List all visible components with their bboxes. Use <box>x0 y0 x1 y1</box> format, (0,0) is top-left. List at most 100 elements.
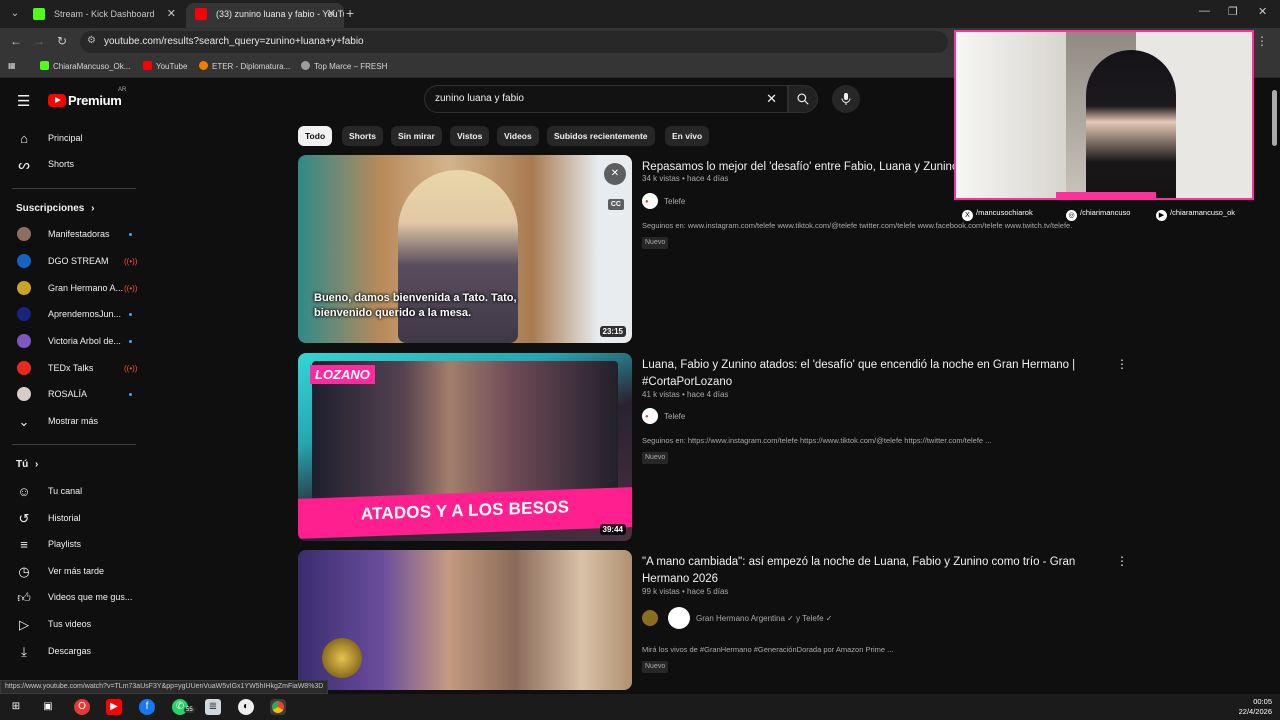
youtube-icon: ▶ <box>1156 210 1167 221</box>
tab-label: Stream - Kick Dashboard <box>54 9 155 19</box>
address-bar[interactable]: ⚙ youtube.com/results?search_query=zunin… <box>80 31 948 53</box>
sidebar-item-liked-videos[interactable]: 👍︎ Videos que me gus... <box>0 585 148 611</box>
sidebar-item-show-more[interactable]: ⌄ Mostrar más <box>0 409 148 435</box>
telefe-avatar: ● <box>642 408 658 424</box>
notepad-icon[interactable]: ≣ <box>205 699 221 715</box>
menu-icon[interactable]: ☰ <box>17 92 30 110</box>
sidebar-item-principal[interactable]: ⌂ Principal <box>0 126 148 152</box>
search-button[interactable] <box>788 85 818 113</box>
youtube-app-icon[interactable]: ▶ <box>106 699 122 715</box>
telefe-logo-icon: ● <box>645 199 649 205</box>
video-duration: 23:15 <box>599 326 626 337</box>
youtube-premium-logo[interactable]: Premium AR <box>48 87 126 108</box>
tab-youtube-search[interactable]: (33) zunino luana y fabio - YouTu... ✕ <box>186 3 344 28</box>
bookmark-item[interactable]: ChiaraMancuso_Ok... <box>40 61 130 71</box>
search-input[interactable]: zunino luana y fabio ✕ <box>424 85 788 113</box>
link-status-bar: https://www.youtube.com/watch?v=TLm73aUs… <box>0 680 329 694</box>
gran-hermano-avatar <box>642 610 658 626</box>
sidebar-item-ver-mas-tarde[interactable]: ◷ Ver más tarde <box>0 559 148 585</box>
chip-subidos-recientemente[interactable]: Subidos recientemente <box>547 126 655 146</box>
opera-icon[interactable]: O <box>74 699 90 715</box>
chip-en-vivo[interactable]: En vivo <box>665 126 710 146</box>
new-tab-icon[interactable]: + <box>346 5 354 21</box>
sidebar-item-subscription[interactable]: AprendemosJun... <box>0 302 148 328</box>
bookmark-item[interactable]: YouTube <box>143 61 187 71</box>
youtube-play-icon <box>48 94 66 108</box>
video-title[interactable]: "A mano cambiada": así empezó la noche d… <box>642 554 1112 588</box>
video-result[interactable]: "A mano cambiada": así empezó la noche d… <box>298 550 1138 690</box>
page-scrollbar[interactable] <box>1272 90 1277 146</box>
sidebar: ⌂ Principal ᔕ Shorts Suscripciones › Man… <box>0 122 148 680</box>
clear-search-icon[interactable]: ✕ <box>766 91 777 107</box>
new-badge: Nuevo <box>642 661 669 673</box>
new-content-dot <box>129 233 132 236</box>
browser-menu-icon[interactable]: ⋮ <box>1256 34 1268 48</box>
new-badge: Nuevo <box>642 237 669 249</box>
windows-taskbar: ⊞ ▣ O ▶ f ✆ 55 ≣ ◐ 00:05 22/4/2026 <box>0 694 1280 720</box>
sidebar-item-tu-canal[interactable]: ☺ Tu canal <box>0 479 148 505</box>
sidebar-item-subscription[interactable]: Gran Hermano A... ((•)) <box>0 276 148 302</box>
video-thumbnail[interactable] <box>298 550 632 690</box>
sidebar-item-subscription[interactable]: TEDx Talks ((•)) <box>0 356 148 382</box>
playlists-icon: ≡ <box>20 537 28 552</box>
video-description: Seguinos en: https://www.instagram.com/t… <box>642 436 992 445</box>
chip-todo[interactable]: Todo <box>298 126 333 146</box>
system-clock[interactable]: 00:05 22/4/2026 <box>1239 697 1272 717</box>
youtube-icon <box>143 61 152 70</box>
bookmark-item[interactable]: Top Marce – FRESH <box>301 61 387 71</box>
microphone-icon <box>841 93 851 105</box>
chip-sin-mirar[interactable]: Sin mirar <box>391 126 442 146</box>
frame-bottom-border <box>1056 192 1156 198</box>
video-meta: 34 k vistas • hace 4 días <box>642 174 729 183</box>
obs-icon[interactable]: ◐ <box>238 699 254 715</box>
minimize-icon[interactable]: — <box>1199 5 1210 17</box>
mute-icon[interactable]: ✕ <box>604 163 626 185</box>
windows-start-icon[interactable]: ⊞ <box>8 699 24 715</box>
sidebar-divider <box>12 188 136 189</box>
site-info-icon[interactable]: ⚙ <box>87 35 96 46</box>
avatar <box>17 334 31 348</box>
telefe-avatar <box>668 607 690 629</box>
sidebar-item-tus-videos[interactable]: ▷ Tus videos <box>0 612 148 638</box>
subscriptions-heading[interactable]: Suscripciones › <box>16 203 94 214</box>
close-tab-icon[interactable]: ✕ <box>327 3 336 25</box>
url-text[interactable]: youtube.com/results?search_query=zunino+… <box>104 36 364 47</box>
apps-icon[interactable]: ▦ <box>8 61 16 70</box>
forward-icon[interactable]: → <box>33 34 45 48</box>
sidebar-item-subscription[interactable]: Victoria Arbol de... <box>0 329 148 355</box>
sidebar-item-descargas[interactable]: ⤓ Descargas <box>0 639 148 665</box>
instagram-icon: ◎ <box>1066 210 1077 221</box>
chip-vistos[interactable]: Vistos <box>450 126 490 146</box>
back-icon[interactable]: ← <box>10 34 22 48</box>
tab-kick-dashboard[interactable]: Stream - Kick Dashboard ✕ <box>24 3 184 28</box>
chrome-icon[interactable] <box>270 699 286 715</box>
sidebar-item-playlists[interactable]: ≡ Playlists <box>0 532 148 558</box>
sidebar-item-subscription[interactable]: DGO STREAM ((•)) <box>0 249 148 275</box>
search-query[interactable]: zunino luana y fabio <box>435 93 524 104</box>
sidebar-item-shorts[interactable]: ᔕ Shorts <box>0 152 148 178</box>
sidebar-item-historial[interactable]: ↺ Historial <box>0 506 148 532</box>
tab-search-icon[interactable]: ⌄ <box>6 5 24 23</box>
video-thumbnail[interactable]: LOZANO ATADOS Y A LOS BESOS 39:44 <box>298 353 632 541</box>
avatar <box>17 227 31 241</box>
close-tab-icon[interactable]: ✕ <box>167 3 176 25</box>
more-options-icon[interactable]: ⋮ <box>1116 554 1128 568</box>
sidebar-item-subscription[interactable]: Manifestadoras <box>0 222 148 248</box>
task-view-icon[interactable]: ▣ <box>40 699 56 715</box>
more-options-icon[interactable]: ⋮ <box>1116 357 1128 371</box>
chip-shorts[interactable]: Shorts <box>342 126 383 146</box>
video-title[interactable]: Luana, Fabio y Zunino atados: el 'desafí… <box>642 357 1112 391</box>
voice-search-button[interactable] <box>832 85 860 113</box>
bookmark-item[interactable]: ETER - Diplomatura... <box>199 61 290 71</box>
captions-icon[interactable]: CC <box>607 199 624 210</box>
reload-icon[interactable]: ↻ <box>57 34 67 48</box>
you-heading[interactable]: Tú › <box>16 459 38 470</box>
sidebar-item-subscription[interactable]: ROSALÍA <box>0 382 148 408</box>
video-thumbnail[interactable]: ✕ CC Bueno, damos bienvenida a Tato. Tat… <box>298 155 632 343</box>
chip-videos[interactable]: Videos <box>497 126 539 146</box>
close-window-icon[interactable]: ✕ <box>1258 5 1267 18</box>
facebook-icon[interactable]: f <box>139 699 155 715</box>
restore-icon[interactable]: ❐ <box>1228 5 1238 18</box>
video-result[interactable]: LOZANO ATADOS Y A LOS BESOS 39:44 Luana,… <box>298 353 1138 541</box>
youtube-handle: ▶/chiaramancuso_ok <box>1156 208 1235 221</box>
